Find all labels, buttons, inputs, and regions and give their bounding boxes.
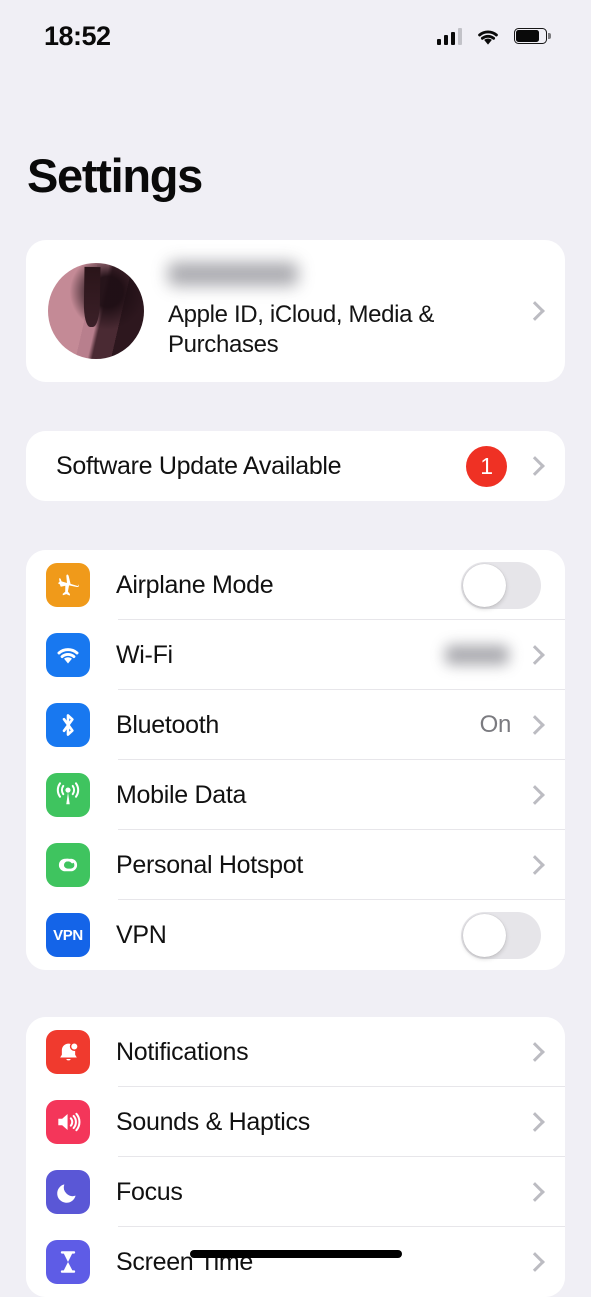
settings-row-personal-hotspot[interactable]: Personal Hotspot [26, 830, 565, 900]
bluetooth-value: On [479, 711, 512, 738]
chevron-right-icon [527, 781, 543, 809]
account-card: Apple ID, iCloud, Media & Purchases [26, 240, 565, 382]
settings-row-mobile-data[interactable]: Mobile Data [26, 760, 565, 830]
wifi-value-redacted [445, 645, 509, 665]
chevron-right-icon [527, 452, 543, 480]
settings-row-label: Bluetooth [116, 710, 219, 739]
settings-row-label: Notifications [116, 1037, 249, 1066]
settings-row-label: Personal Hotspot [116, 850, 303, 879]
chevron-right-icon [527, 711, 543, 739]
settings-row-label: Focus [116, 1177, 183, 1206]
account-text: Apple ID, iCloud, Media & Purchases [168, 262, 523, 360]
page-title: Settings [27, 149, 203, 202]
account-name-redacted [168, 262, 523, 292]
home-indicator[interactable] [189, 1250, 402, 1258]
software-update-row[interactable]: Software Update Available 1 [26, 431, 565, 501]
settings-row-vpn[interactable]: VPN VPN [26, 900, 565, 970]
settings-row-airplane-mode[interactable]: Airplane Mode [26, 550, 565, 620]
software-update-card: Software Update Available 1 [26, 431, 565, 501]
chevron-right-icon [527, 641, 543, 669]
status-badge: 1 [466, 445, 507, 487]
cellular-bars-icon [436, 27, 462, 45]
redaction-block [168, 262, 298, 286]
status-bar: 18:52 [0, 0, 591, 72]
chevron-right-icon [527, 297, 543, 325]
crescent-moon-icon [46, 1170, 90, 1214]
airplane-icon [46, 563, 90, 607]
wifi-icon [478, 30, 498, 45]
chevron-right-icon [527, 1248, 543, 1276]
wifi-icon [46, 633, 90, 677]
hourglass-icon [46, 1240, 90, 1284]
settings-row-label: Wi-Fi [116, 640, 173, 669]
account-subtitle: Apple ID, iCloud, Media & Purchases [168, 301, 435, 358]
hotspot-link-icon [46, 843, 90, 887]
status-bar-indicators [436, 27, 551, 46]
chevron-right-icon [527, 1178, 543, 1206]
settings-row-screen-time[interactable]: Screen Time [26, 1227, 565, 1297]
settings-row-label: Sounds & Haptics [116, 1107, 310, 1136]
vpn-icon: VPN [46, 913, 90, 957]
avatar [48, 263, 144, 359]
chevron-right-icon [527, 1108, 543, 1136]
chevron-right-icon [527, 1038, 543, 1066]
notification-bell-icon [46, 1030, 90, 1074]
settings-row-focus[interactable]: Focus [26, 1157, 565, 1227]
cellular-antenna-icon [46, 773, 90, 817]
connectivity-card: Airplane Mode Wi-Fi Bluetooth On Mobile … [26, 550, 565, 970]
settings-row-notifications[interactable]: Notifications [26, 1017, 565, 1087]
chevron-right-icon [527, 851, 543, 879]
speaker-waves-icon [46, 1100, 90, 1144]
status-bar-time: 18:52 [44, 20, 111, 51]
software-update-label: Software Update Available [56, 451, 342, 480]
settings-row-label: Mobile Data [116, 780, 247, 809]
settings-row-sounds-haptics[interactable]: Sounds & Haptics [26, 1087, 565, 1157]
apple-id-row[interactable]: Apple ID, iCloud, Media & Purchases [26, 240, 565, 382]
settings-row-wifi[interactable]: Wi-Fi [26, 620, 565, 690]
settings-row-label: Airplane Mode [116, 570, 274, 599]
settings-row-label: VPN [116, 920, 167, 949]
settings-row-bluetooth[interactable]: Bluetooth On [26, 690, 565, 760]
airplane-mode-toggle[interactable] [461, 561, 541, 609]
bluetooth-icon [46, 703, 90, 747]
battery-icon [514, 28, 551, 44]
vpn-toggle[interactable] [461, 911, 541, 959]
